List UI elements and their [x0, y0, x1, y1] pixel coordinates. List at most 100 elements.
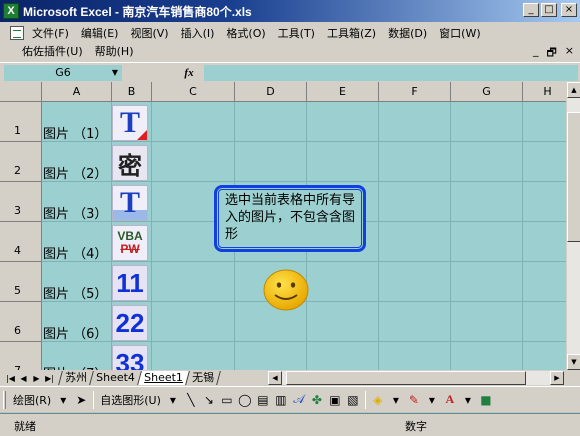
- arrow-icon[interactable]: ↘: [200, 391, 218, 409]
- tab-sheet1[interactable]: Sheet1: [136, 371, 189, 385]
- clipart-icon[interactable]: ▣: [326, 391, 344, 409]
- font-color-icon[interactable]: A: [441, 391, 459, 409]
- column-header-a[interactable]: A: [42, 82, 112, 102]
- maximize-button[interactable]: □: [541, 3, 557, 17]
- chevron-down-icon[interactable]: ▾: [423, 391, 441, 409]
- scroll-right-button[interactable]: ▶: [550, 371, 564, 385]
- next-sheet-icon[interactable]: ▶: [30, 374, 43, 383]
- menu-insert[interactable]: 插入(I): [177, 25, 223, 41]
- excel-icon[interactable]: X: [3, 3, 19, 19]
- line-color-icon[interactable]: ✎: [405, 391, 423, 409]
- textbox-icon[interactable]: ▤: [254, 391, 272, 409]
- chevron-down-icon[interactable]: ▾: [387, 391, 405, 409]
- picture-3[interactable]: T: [111, 184, 149, 222]
- minimize-button[interactable]: _: [523, 3, 539, 17]
- prev-sheet-icon[interactable]: ◀: [17, 374, 30, 383]
- doc-restore-button[interactable]: 🗗: [546, 44, 556, 63]
- vba-password-picture[interactable]: VBA PW: [112, 225, 148, 261]
- scroll-down-button[interactable]: ▼: [567, 354, 580, 370]
- last-sheet-icon[interactable]: ▶|: [43, 374, 56, 383]
- menu-addin[interactable]: 佑佐插件(U): [18, 43, 91, 59]
- column-header-c[interactable]: C: [152, 82, 235, 102]
- autoshape-menu-button[interactable]: 自选图形(U): [97, 392, 164, 408]
- cell-a6[interactable]: 图片 （6）: [43, 312, 111, 352]
- row-header-6[interactable]: 6: [0, 302, 42, 342]
- tab-wuxi[interactable]: 无锡: [184, 371, 221, 385]
- callout-textbox[interactable]: 选中当前表格中所有导入的图片，不包含含图形: [214, 185, 366, 252]
- row-header-5[interactable]: 5: [0, 262, 42, 302]
- draw-menu-button[interactable]: 绘图(R): [10, 392, 54, 408]
- diagram-icon[interactable]: ✤: [308, 391, 326, 409]
- number-22-picture[interactable]: 22: [112, 305, 148, 341]
- menu-file[interactable]: 文件(F): [28, 25, 77, 41]
- column-header-g[interactable]: G: [451, 82, 523, 102]
- picture-7[interactable]: 33: [111, 344, 149, 370]
- menu-window[interactable]: 窗口(W): [435, 25, 488, 41]
- cell-a3[interactable]: 图片 （3）: [43, 192, 111, 232]
- column-header-f[interactable]: F: [379, 82, 451, 102]
- number-33-picture[interactable]: 33: [112, 345, 148, 370]
- row-header-2[interactable]: 2: [0, 142, 42, 182]
- text-t-picture-2[interactable]: T: [112, 185, 148, 221]
- picture-5[interactable]: 11: [111, 264, 149, 302]
- close-button[interactable]: ×: [561, 3, 577, 17]
- row-header-3[interactable]: 3: [0, 182, 42, 222]
- vertical-scrollbar[interactable]: ▲ ▼: [566, 82, 580, 370]
- column-header-h[interactable]: H: [523, 82, 566, 102]
- cell-a7[interactable]: 图片 （7）: [43, 352, 111, 371]
- fx-icon[interactable]: fx: [180, 67, 198, 79]
- picture-icon[interactable]: ▧: [344, 391, 362, 409]
- menu-edit[interactable]: 编辑(E): [77, 25, 127, 41]
- doc-minimize-button[interactable]: _: [533, 44, 539, 63]
- chevron-down-icon[interactable]: ▾: [164, 391, 182, 409]
- fill-color-icon[interactable]: ◈: [369, 391, 387, 409]
- picture-2[interactable]: 密: [111, 144, 149, 182]
- tab-suzhou[interactable]: 苏州: [58, 371, 93, 385]
- oval-icon[interactable]: ◯: [236, 391, 254, 409]
- select-all-corner[interactable]: [0, 82, 42, 102]
- shadow-style-icon[interactable]: ■: [477, 391, 495, 409]
- first-sheet-icon[interactable]: |◀: [4, 374, 17, 383]
- scroll-up-button[interactable]: ▲: [567, 82, 580, 98]
- chevron-down-icon[interactable]: ▾: [459, 391, 477, 409]
- name-box[interactable]: G6 ▼: [4, 64, 122, 81]
- horizontal-scroll-thumb[interactable]: [286, 371, 526, 385]
- menu-view[interactable]: 视图(V): [126, 25, 176, 41]
- row-header-1[interactable]: 1: [0, 102, 42, 142]
- tab-sheet4[interactable]: Sheet4: [89, 371, 141, 385]
- formula-input[interactable]: [204, 64, 578, 81]
- picture-4[interactable]: VBA PW: [111, 224, 149, 262]
- chevron-down-icon[interactable]: ▾: [54, 391, 72, 409]
- smiley-icon[interactable]: [262, 268, 310, 312]
- chevron-down-icon[interactable]: ▼: [112, 68, 118, 77]
- menu-toolbox[interactable]: 工具箱(Z): [323, 25, 384, 41]
- column-header-b[interactable]: B: [112, 82, 152, 102]
- row-header-4[interactable]: 4: [0, 222, 42, 262]
- text-t-picture[interactable]: T: [112, 105, 148, 141]
- vertical-scroll-thumb[interactable]: [567, 112, 580, 242]
- cell-a1[interactable]: 图片 （1）: [43, 112, 111, 152]
- row-header-7[interactable]: 7: [0, 342, 42, 370]
- picture-6[interactable]: 22: [111, 304, 149, 342]
- cell-a2[interactable]: 图片 （2）: [43, 152, 111, 192]
- doc-close-button[interactable]: ×: [565, 44, 574, 63]
- column-header-d[interactable]: D: [235, 82, 307, 102]
- picture-1[interactable]: T: [111, 104, 149, 142]
- password-picture[interactable]: 密: [112, 145, 148, 181]
- column-header-e[interactable]: E: [307, 82, 379, 102]
- menu-data[interactable]: 数据(D): [384, 25, 435, 41]
- line-icon[interactable]: ╲: [182, 391, 200, 409]
- select-pointer-icon[interactable]: ➤: [72, 391, 90, 409]
- scroll-left-button[interactable]: ◀: [268, 371, 282, 385]
- toolbar-grip[interactable]: [3, 390, 6, 409]
- workbook-icon[interactable]: [10, 26, 24, 40]
- horizontal-scrollbar[interactable]: ◀ ▶: [268, 371, 564, 385]
- wordart-icon[interactable]: 𝒜: [290, 391, 308, 409]
- menu-help[interactable]: 帮助(H): [91, 43, 142, 59]
- menu-tools[interactable]: 工具(T): [274, 25, 323, 41]
- cell-a5[interactable]: 图片 （5）: [43, 272, 111, 312]
- menu-format[interactable]: 格式(O): [222, 25, 273, 41]
- vertical-textbox-icon[interactable]: ▥: [272, 391, 290, 409]
- number-11-picture[interactable]: 11: [112, 265, 148, 301]
- cell-a4[interactable]: 图片 （4）: [43, 232, 111, 272]
